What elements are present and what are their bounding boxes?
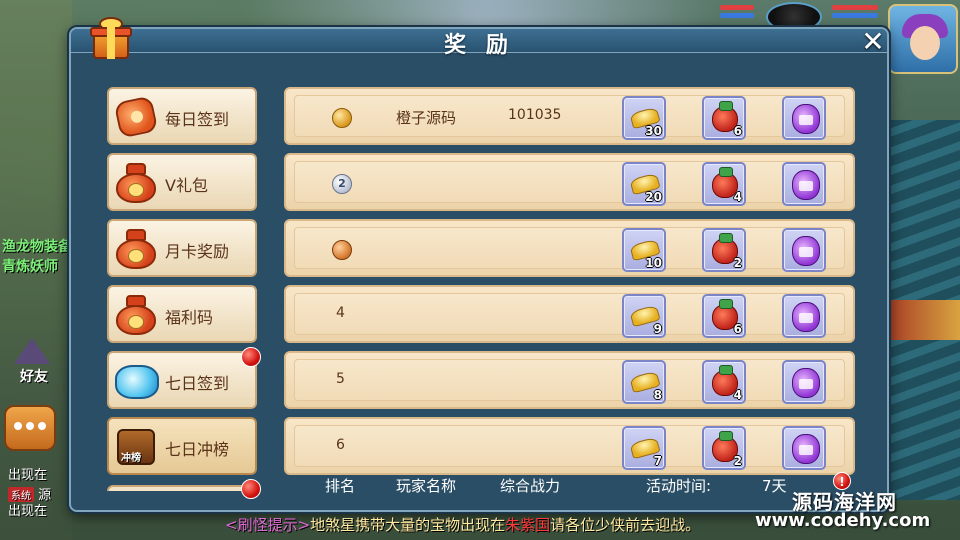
event-time-label: 活动时间: (646, 477, 712, 495)
purple-bag-icon (792, 434, 820, 464)
notification-dot-icon (241, 347, 261, 367)
crystal-bag-icon (113, 357, 159, 403)
item-count: 6 (733, 322, 742, 336)
reward-item-slot[interactable]: 2 (702, 426, 746, 470)
gift-box-icon (89, 17, 133, 61)
reward-item-slot[interactable] (782, 426, 826, 470)
item-count: 2 (733, 454, 742, 468)
friend-hat-icon (14, 338, 50, 364)
menu-item-label: 月卡奖励 (165, 242, 230, 261)
menu-item-seven-day-ranking[interactable]: 冲榜 七日冲榜 (107, 417, 257, 475)
hp-bar (832, 5, 878, 10)
hp-bar (720, 5, 754, 10)
watermark-url: www.codehy.com (755, 510, 931, 531)
ranking-row: 5 8 4 (284, 351, 855, 409)
ranking-row: 2 20 4 (284, 153, 855, 211)
dialog-title: 奖 励 (444, 33, 514, 58)
reward-item-slot[interactable]: 20 (622, 162, 666, 206)
event-time-value: 7天 (762, 477, 787, 495)
chest-icon: 冲榜 (113, 423, 159, 469)
rank-medal-icon (332, 108, 352, 128)
menu-item-label: 福利码 (165, 308, 214, 327)
menu-item-label: 七日冲榜 (165, 440, 230, 459)
menu-item-daily-signin[interactable]: 每日签到 (107, 87, 257, 145)
ranking-footer: 排名 玩家名称 综合战力 活动时间: 7天 ! (71, 469, 887, 497)
item-count: 9 (653, 322, 662, 336)
reward-item-slot[interactable]: 2 (702, 228, 746, 272)
reward-item-slot[interactable] (782, 96, 826, 140)
chat-line: 出现在 (8, 468, 48, 483)
lucky-bag-icon (113, 225, 159, 271)
reward-item-slot[interactable] (782, 360, 826, 404)
lucky-bag-icon (113, 291, 159, 337)
menu-item-label: V礼包 (165, 176, 208, 195)
rank-medal-icon (332, 240, 352, 260)
item-count: 7 (653, 454, 662, 468)
reward-item-slot[interactable]: 6 (702, 96, 746, 140)
reward-item-slot[interactable] (782, 228, 826, 272)
item-count: 10 (645, 256, 662, 270)
purple-bag-icon (792, 302, 820, 332)
reward-item-slot[interactable]: 7 (622, 426, 666, 470)
friend-button[interactable]: 好友 (0, 338, 64, 388)
system-notice: <刷怪提示>地煞星携带大量的宝物出现在朱紫国请各位少侠前去迎战。 (225, 516, 701, 534)
combat-power: 101035 (508, 107, 562, 123)
player-name-header: 玩家名称 (396, 477, 457, 495)
menu-item-label: 七日签到 (165, 374, 230, 393)
mp-bar (720, 13, 754, 18)
reward-item-slot[interactable]: 6 (702, 294, 746, 338)
item-count: 4 (733, 388, 742, 402)
reward-item-slot[interactable] (782, 162, 826, 206)
chat-dot-icon (26, 422, 34, 430)
reward-item-slot[interactable]: 4 (702, 162, 746, 206)
menu-item-monthly-card[interactable]: 月卡奖励 (107, 219, 257, 277)
chat-button[interactable] (4, 405, 56, 451)
menu-item-welfare-code[interactable]: 福利码 (107, 285, 257, 343)
combat-power-header: 综合战力 (500, 477, 561, 495)
scene-npc-label-1: 渔龙物装备 (2, 239, 72, 255)
menu-item-seven-day-signin[interactable]: 七日签到 (107, 347, 261, 409)
item-count: 30 (645, 124, 662, 138)
ranking-row: 10 2 (284, 219, 855, 277)
item-count: 20 (645, 190, 662, 204)
reward-item-slot[interactable]: 8 (622, 360, 666, 404)
purple-bag-icon (792, 236, 820, 266)
reward-item-slot[interactable] (782, 294, 826, 338)
item-count: 6 (733, 124, 742, 138)
scene-npc-label-2: 青炼妖师 (2, 259, 58, 275)
mp-bar (832, 13, 878, 18)
reward-item-slot[interactable]: 4 (702, 360, 746, 404)
building-eave (880, 300, 960, 340)
purple-bag-icon (792, 368, 820, 398)
close-button[interactable]: ✕ (856, 27, 890, 57)
rank-number: 6 (336, 437, 345, 453)
ranking-row: 4 9 6 (284, 285, 855, 343)
rank-number: 5 (336, 371, 345, 387)
dialog-title-bar: 奖 励 (71, 29, 887, 58)
ranking-row: 6 7 2 (284, 417, 855, 475)
chat-dot-icon (38, 422, 46, 430)
item-count: 8 (653, 388, 662, 402)
chat-line: 出现在 (8, 504, 48, 519)
player-name: 橙子源码 (396, 109, 457, 127)
reward-item-slot[interactable]: 30 (622, 96, 666, 140)
reward-item-slot[interactable]: 10 (622, 228, 666, 272)
item-count: 2 (733, 256, 742, 270)
item-count: 4 (733, 190, 742, 204)
player-avatar[interactable] (888, 4, 958, 74)
menu-item-label: 每日签到 (165, 110, 230, 129)
reward-dialog: 奖 励 ✕ 每日签到 V礼包 月卡奖励 福利码 七日签到 冲榜 七日冲榜 橙子源… (69, 17, 890, 512)
ranking-row: 橙子源码 101035 30 6 (284, 87, 855, 145)
rank-header: 排名 (325, 477, 356, 495)
purple-bag-icon (792, 170, 820, 200)
chat-dot-icon (14, 422, 22, 430)
purple-bag-icon (792, 104, 820, 134)
coin-icon (113, 93, 159, 139)
menu-item-vip-gift[interactable]: V礼包 (107, 153, 257, 211)
reward-item-slot[interactable]: 9 (622, 294, 666, 338)
rank-medal-icon: 2 (332, 174, 352, 194)
lucky-bag-icon (113, 159, 159, 205)
friend-label: 好友 (20, 369, 48, 385)
rank-number: 4 (336, 305, 345, 321)
